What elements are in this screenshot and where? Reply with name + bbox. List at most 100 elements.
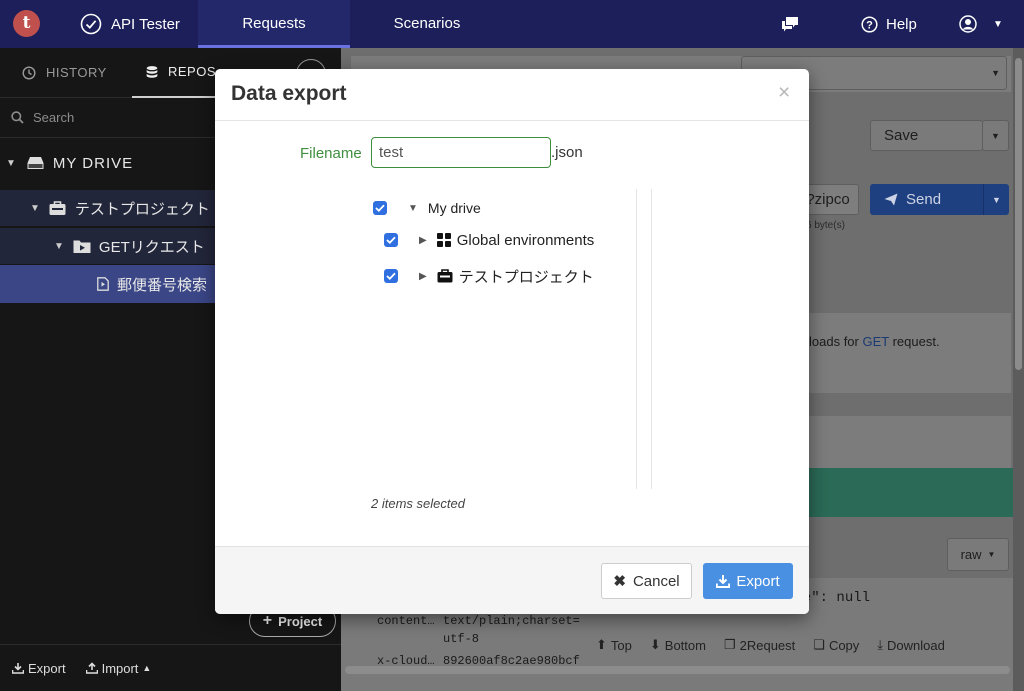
tool-label: Top [610,637,632,653]
tree-node-test-project[interactable]: ▶ テストプロジェクト [384,268,594,286]
selection-count: 2 items selected [371,496,465,511]
tab-repos-label: REPOS [167,64,216,79]
tree-scrollbar[interactable] [636,189,652,489]
to-request-button[interactable]: ❐ 2Request [724,633,795,657]
tree-item-label: テストプロジェクト [74,200,210,218]
chat-bubbles-icon [782,17,798,32]
user-menu[interactable]: ▼ [959,0,1003,48]
vertical-scrollbar[interactable] [1013,48,1024,691]
header-value: utf-8 [443,632,480,646]
app-logo[interactable]: t [13,10,40,37]
cancel-button[interactable]: ✖ Cancel [601,563,692,599]
tab-history-label: HISTORY [46,65,107,80]
tree-root-my-drive[interactable]: ▼ My drive [373,200,481,216]
checkbox[interactable] [384,269,398,283]
save-label: Save [884,127,919,144]
download-icon [12,663,24,674]
question-circle-icon: ? [861,15,878,33]
caret-down-icon: ▼ [54,240,64,252]
tool-label: Bottom [664,637,706,653]
payload-note-prefix: loads for [809,334,863,349]
export-button[interactable]: Export [703,563,793,599]
add-project-label: Project [278,613,323,629]
filename-extension: .json [551,144,583,161]
cancel-label: Cancel [632,572,680,590]
history-icon [22,66,36,80]
chat-button[interactable] [780,0,800,48]
caret-down-icon: ▼ [6,157,17,169]
caret-down-icon[interactable]: ▼ [408,203,418,214]
format-select[interactable]: raw ▼ [947,538,1009,571]
tab-history[interactable]: HISTORY [22,48,107,98]
tree-node-label: Global environments [456,231,595,249]
sidebar-footer: Export Import ▲ [0,644,341,691]
body-size: 6 byte(s) [806,220,845,231]
database-icon [146,66,158,78]
export-label: Export [736,572,780,590]
tree-item-label: MY DRIVE [52,154,134,172]
checkbox[interactable] [384,233,398,247]
top-nav-bar: t API Tester Requests Scenarios ? Help ▼ [0,0,1024,48]
send-options-button[interactable]: ▼ [983,184,1009,215]
dialog-footer: ✖ Cancel Export [215,546,809,614]
filename-input[interactable] [371,137,551,168]
help-button[interactable]: ? Help [861,0,917,48]
save-options-button[interactable]: ▼ [982,120,1009,151]
tool-label: 2Request [739,637,796,653]
download-icon [716,575,731,588]
drive-icon [27,157,44,169]
download-icon: ⤓ [877,637,884,652]
data-export-dialog: Data export × Filename .json ▼ My drive … [215,69,809,614]
format-select-label: raw [960,547,982,562]
caret-right-icon[interactable]: ▶ [419,271,427,282]
chevron-down-icon: ▼ [991,130,1000,141]
import-link[interactable]: Import ▲ [85,660,152,676]
copy-button[interactable]: ❏ Copy [813,633,859,657]
chevron-down-icon: ▼ [991,68,1000,78]
save-button[interactable]: Save [870,120,983,151]
svg-text:?: ? [866,19,873,31]
tab-repos[interactable]: REPOS [132,48,216,98]
request-file-icon [97,277,109,291]
search-placeholder: Search [33,110,75,125]
tab-scenarios[interactable]: Scenarios [352,0,502,48]
url-fragment: ?zipco [806,191,850,208]
tool-label: Download [887,637,945,653]
check-circle-icon [80,13,102,35]
checkmark-icon [386,272,396,280]
checkbox[interactable] [373,201,387,215]
tree-node-global-environments[interactable]: ▶ Global environments [384,231,595,249]
horizontal-scrollbar[interactable] [345,666,1010,674]
arrow-down-circle-icon: ⬇ [649,637,661,652]
header-value: text/plain;charset= [443,614,580,628]
payload-note: loads for GET request. [809,334,940,349]
import-link-label: Import [101,660,139,676]
checkmark-icon [386,236,396,244]
checkmark-icon [375,204,385,212]
chevron-down-icon: ▼ [993,18,1003,30]
payload-note-link[interactable]: GET [862,334,889,349]
tab-requests[interactable]: Requests [198,0,350,48]
scrollbar-thumb[interactable] [1015,58,1022,370]
download-button[interactable]: ⤓ Download [877,633,945,657]
dialog-title: Data export [231,82,347,105]
send-button[interactable]: Send [870,184,983,215]
arrow-up-circle-icon: ⬆ [596,637,607,652]
export-link[interactable]: Export [12,661,66,676]
folder-play-icon [73,240,91,253]
export-link-label: Export [28,660,66,676]
tool-label: Copy [828,637,860,653]
send-label: Send [906,191,942,208]
app-name: API Tester [111,15,180,33]
scroll-top-button[interactable]: ⬆ Top [596,633,632,657]
caret-up-icon: ▲ [142,663,152,673]
upload-icon [85,662,98,674]
copy-request-icon: ❐ [723,637,736,652]
app-title[interactable]: API Tester [80,0,180,48]
user-circle-icon [959,15,977,33]
tree-node-label: My drive [427,200,481,216]
caret-right-icon[interactable]: ▶ [419,235,427,246]
close-icon[interactable]: × [778,82,790,103]
header-row: content… [377,614,435,628]
scroll-bottom-button[interactable]: ⬇ Bottom [650,633,706,657]
